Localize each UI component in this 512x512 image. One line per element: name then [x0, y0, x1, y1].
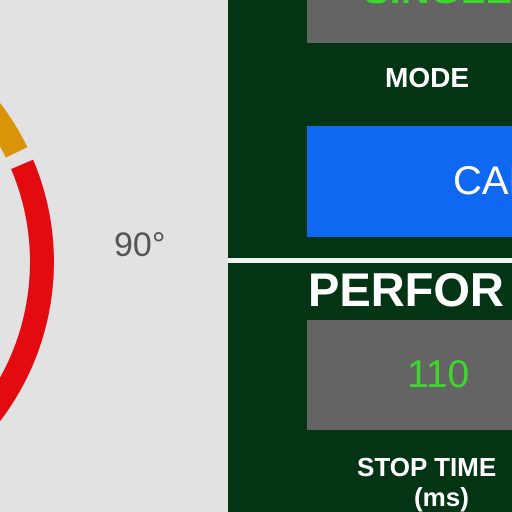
angle-label: 90°	[114, 226, 166, 264]
calibrate-button-label: CAL	[453, 159, 512, 203]
control-panel: SINGLE MODE CAL PERFOR 110 STOP TIME (ms…	[228, 0, 512, 512]
gauge-arc-red	[0, 159, 54, 422]
stop-time-display: 110	[307, 320, 512, 430]
mode-value-display: SINGLE	[307, 0, 512, 43]
app-screen: 90° SINGLE MODE CAL PERFOR 110 STOP TIME…	[0, 0, 512, 512]
stop-time-value: 110	[407, 353, 470, 396]
angle-gauge: 90°	[0, 0, 228, 512]
calibrate-button[interactable]: CAL	[307, 126, 512, 237]
stop-time-label: STOP TIME	[357, 452, 497, 482]
mode-label: MODE	[385, 62, 469, 93]
gauge-arc-orange	[0, 102, 28, 158]
mode-value-text: SINGLE	[363, 0, 512, 12]
stop-time-unit: (ms)	[414, 482, 469, 512]
performance-title: PERFOR	[308, 263, 504, 316]
